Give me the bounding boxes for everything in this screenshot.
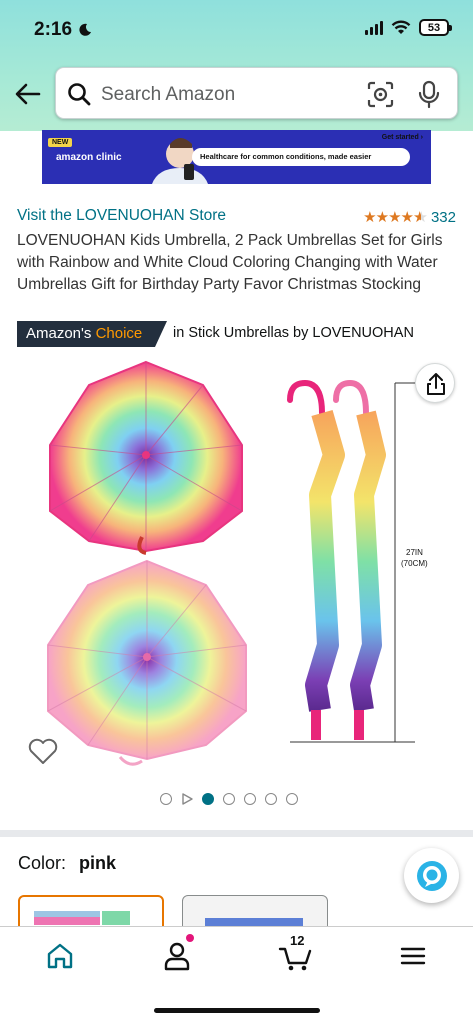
- share-button[interactable]: [415, 363, 455, 403]
- alexa-icon: [416, 860, 447, 891]
- banner-new-badge: NEW: [48, 138, 73, 147]
- status-time-text: 2:16: [34, 19, 73, 40]
- cellular-signal-icon: [365, 20, 383, 35]
- app-header: 2:16 53 Search Amazon: [0, 0, 473, 131]
- rating-count: 332: [430, 208, 456, 226]
- store-link[interactable]: Visit the LOVENUOHAN Store: [17, 207, 226, 225]
- color-selection: Color: pink: [18, 853, 116, 874]
- carousel-dot[interactable]: [223, 793, 235, 805]
- choice-accent: Choice: [95, 325, 143, 342]
- menu-icon[interactable]: [396, 939, 430, 973]
- heart-icon[interactable]: [27, 735, 59, 767]
- product-image[interactable]: 27IN (70CM): [20, 355, 460, 775]
- color-value: pink: [79, 853, 117, 873]
- cart-count: 12: [290, 933, 305, 948]
- banner-message: Healthcare for common conditions, made e…: [192, 148, 410, 166]
- amazons-choice-badge: Amazon's Choice: [17, 321, 167, 347]
- alexa-button[interactable]: [404, 848, 459, 903]
- search-icon: [68, 83, 91, 106]
- choice-prefix: Amazon's: [26, 325, 92, 342]
- carousel-dot[interactable]: [265, 793, 277, 805]
- home-icon[interactable]: [43, 939, 77, 973]
- status-time: 2:16: [34, 19, 92, 41]
- share-icon: [427, 373, 445, 395]
- camera-lens-icon[interactable]: [367, 81, 394, 108]
- wifi-icon: [391, 20, 411, 34]
- banner-cta[interactable]: Get started ›: [382, 134, 423, 141]
- section-divider: [0, 830, 473, 837]
- carousel-dot[interactable]: [160, 793, 172, 805]
- battery-icon: 53: [419, 19, 452, 36]
- account-icon[interactable]: [160, 939, 194, 973]
- status-icons: 53: [365, 19, 452, 36]
- search-input[interactable]: Search Amazon: [101, 84, 235, 106]
- home-indicator[interactable]: [154, 1008, 320, 1013]
- choice-category[interactable]: in Stick Umbrellas by LOVENUOHAN: [173, 325, 414, 341]
- image-carousel-dots[interactable]: [160, 793, 298, 805]
- star-rating-icon: ★★★★★★: [363, 209, 427, 226]
- carousel-dot[interactable]: [244, 793, 256, 805]
- search-bar[interactable]: Search Amazon: [55, 67, 458, 119]
- carousel-dot-active[interactable]: [202, 793, 214, 805]
- product-title: LOVENUOHAN Kids Umbrella, 2 Pack Umbrell…: [17, 232, 443, 293]
- battery-level: 53: [427, 21, 441, 34]
- video-play-icon[interactable]: [181, 793, 193, 805]
- dimension-label-inches: 27IN: [406, 548, 423, 557]
- banner-message-text: Healthcare for common conditions, made e…: [200, 152, 372, 161]
- color-label: Color:: [18, 853, 67, 873]
- amazon-clinic-banner[interactable]: NEW amazon clinic Healthcare for common …: [42, 130, 431, 184]
- carousel-dot[interactable]: [286, 793, 298, 805]
- microphone-icon[interactable]: [417, 80, 441, 109]
- back-arrow-icon[interactable]: [14, 80, 42, 108]
- dimension-label-cm: (70CM): [401, 559, 428, 568]
- rating-summary[interactable]: ★★★★★★ 332: [363, 208, 456, 227]
- banner-cta-text: Get started ›: [381, 134, 423, 141]
- moon-icon: [79, 23, 92, 36]
- account-notification-dot: [186, 934, 194, 942]
